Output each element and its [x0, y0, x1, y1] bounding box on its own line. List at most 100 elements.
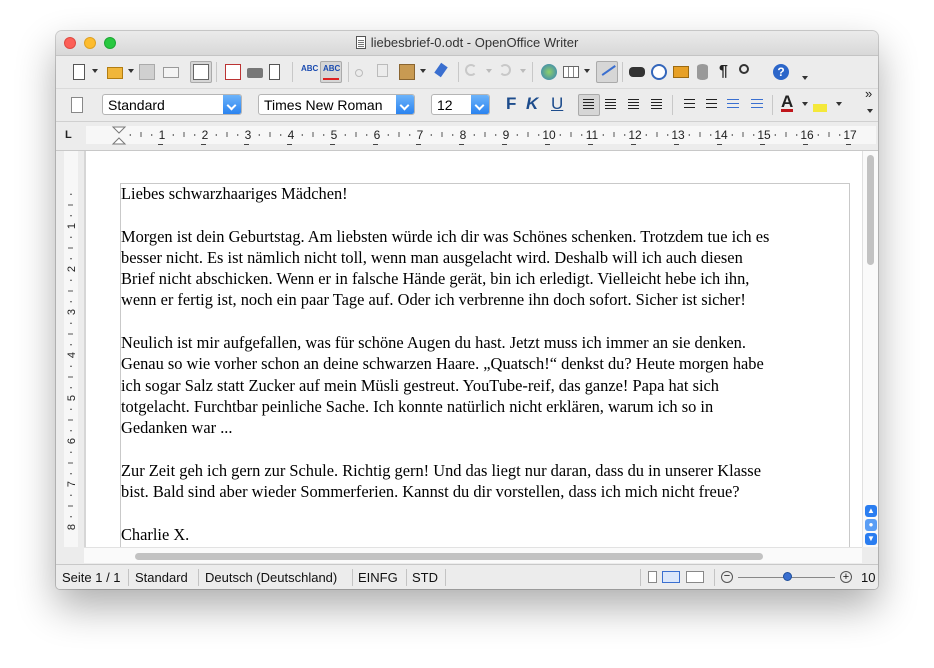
font-name-combo[interactable]: Times New Roman [258, 94, 415, 115]
highlighting-button[interactable] [810, 94, 832, 116]
document-page[interactable]: Liebes schwarzhaariges Mädchen! Morgen is… [86, 151, 862, 547]
paragraph-style-combo[interactable]: Standard [102, 94, 242, 115]
horizontal-ruler[interactable]: L 1 2 3 4 5 6 7 8 9 10 11 12 13 14 15 16 17 [56, 122, 878, 151]
text-line[interactable]: Morgen ist dein Geburtstag. Am liebsten … [121, 226, 851, 247]
italic-button[interactable]: K [526, 94, 538, 114]
insert-mode-indicator[interactable]: EINFG [358, 570, 398, 585]
open-dropdown[interactable] [128, 69, 134, 73]
text-line[interactable]: bist. Bald sind aber wieder Sommerferien… [121, 481, 851, 502]
zoom-button[interactable] [736, 61, 758, 83]
toolbar-more-button[interactable]: » [865, 86, 872, 101]
undo-dropdown[interactable] [486, 69, 492, 73]
status-bar: Seite 1 / 1 Standard Deutsch (Deutschlan… [56, 564, 878, 589]
text-line[interactable]: totgelacht. Furchtbar peinliche Sache. I… [121, 396, 851, 417]
justify-icon [651, 99, 662, 110]
numbering-button[interactable] [678, 94, 700, 116]
auto-spellcheck-button[interactable]: ABC [320, 61, 342, 83]
toolbar-overflow-button[interactable] [867, 109, 873, 113]
separator [348, 62, 349, 82]
document-area[interactable]: Liebes schwarzhaariges Mädchen! Morgen is… [84, 151, 862, 547]
undo-button[interactable] [462, 61, 484, 83]
page-indicator[interactable]: Seite 1 / 1 [62, 570, 121, 585]
insert-table-button[interactable] [560, 61, 582, 83]
align-right-button[interactable] [623, 94, 645, 116]
text-line[interactable]: Genau so wie vorher schon an deine schwa… [121, 353, 851, 374]
page-preview-button[interactable] [266, 61, 288, 83]
text-line[interactable]: Neulich ist mir aufgefallen, was für sch… [121, 332, 851, 353]
increase-indent-button[interactable] [746, 94, 768, 116]
font-color-button[interactable]: A [781, 93, 794, 112]
new-document-dropdown[interactable] [92, 69, 98, 73]
single-page-view-icon[interactable] [648, 571, 657, 583]
export-pdf-button[interactable] [222, 61, 244, 83]
edit-mode-button[interactable] [190, 61, 212, 83]
open-button[interactable] [104, 61, 126, 83]
show-draw-functions-button[interactable] [596, 60, 618, 83]
text-line[interactable]: Gedanken war ... [121, 417, 851, 438]
zoom-in-icon[interactable]: + [840, 571, 852, 583]
zoom-slider-knob[interactable] [782, 572, 792, 581]
align-left-button[interactable] [578, 94, 600, 116]
horizontal-scrollbar[interactable] [84, 547, 862, 563]
spellcheck-button[interactable]: ABC [298, 61, 320, 83]
previous-page-button[interactable]: ▲ [865, 505, 877, 517]
cut-button[interactable] [352, 61, 374, 83]
toolbar-overflow-button[interactable] [802, 76, 808, 80]
multi-page-view-icon[interactable] [662, 571, 680, 583]
highlighting-dropdown[interactable] [836, 102, 842, 106]
new-document-button[interactable] [68, 61, 90, 83]
redo-button[interactable] [496, 61, 518, 83]
paste-button[interactable] [396, 61, 418, 83]
paragraph-style-dropdown-icon[interactable] [223, 95, 241, 114]
ruler-tick [70, 193, 72, 195]
book-view-icon[interactable] [686, 571, 704, 583]
find-replace-button[interactable] [626, 61, 648, 83]
page-style-indicator[interactable]: Standard [135, 570, 188, 585]
formatting-marks-button[interactable]: ¶ [714, 61, 736, 83]
font-size-combo[interactable]: 12 [431, 94, 490, 115]
language-indicator[interactable]: Deutsch (Deutschland) [205, 570, 337, 585]
save-button[interactable] [136, 61, 158, 83]
navigator-button[interactable] [648, 61, 670, 83]
vertical-scroll-thumb[interactable] [867, 155, 874, 265]
align-center-button[interactable] [600, 94, 622, 116]
insert-table-dropdown[interactable] [584, 69, 590, 73]
default-tab-stop [846, 144, 851, 145]
text-line[interactable]: Brief nicht abschicken. Wenn er in falsc… [121, 268, 851, 289]
hyperlink-button[interactable] [538, 61, 560, 83]
underline-button[interactable]: U [551, 94, 563, 114]
data-sources-button[interactable] [692, 61, 714, 83]
bold-button[interactable]: F [506, 94, 516, 114]
horizontal-scroll-thumb[interactable] [135, 553, 763, 560]
paste-dropdown[interactable] [420, 69, 426, 73]
text-line[interactable]: ich sogar Salz statt Zucker auf mein Müs… [121, 375, 851, 396]
zoom-percentage[interactable]: 10 [861, 570, 875, 585]
redo-dropdown[interactable] [520, 69, 526, 73]
text-line[interactable]: Liebes schwarzhaariges Mädchen! [121, 183, 851, 204]
print-button[interactable] [244, 61, 266, 83]
text-line[interactable]: besser nicht. Es ist nämlich nicht toll,… [121, 247, 851, 268]
font-size-dropdown-icon[interactable] [471, 95, 489, 114]
zoom-out-icon[interactable]: − [721, 571, 733, 583]
gallery-button[interactable] [670, 61, 692, 83]
clone-formatting-button[interactable] [430, 61, 452, 83]
ruler-tick [70, 387, 72, 389]
selection-mode-indicator[interactable]: STD [412, 570, 438, 585]
next-page-button[interactable]: ▼ [865, 533, 877, 545]
text-line[interactable]: Zur Zeit geh ich gern zur Schule. Richti… [121, 460, 851, 481]
formatting-toolbar: Standard Times New Roman 12 F K U A » [56, 86, 878, 122]
vertical-scrollbar[interactable]: ▲ ● ▼ [862, 151, 878, 547]
font-name-dropdown-icon[interactable] [396, 95, 414, 114]
font-color-dropdown[interactable] [802, 102, 808, 106]
bullets-button[interactable] [700, 94, 722, 116]
styles-formatting-button[interactable] [68, 94, 90, 116]
text-line[interactable]: Charlie X. [121, 524, 851, 545]
text-line[interactable]: wenn er fertig ist, noch ein paar Tage a… [121, 289, 851, 310]
justify-button[interactable] [646, 94, 668, 116]
copy-button[interactable] [374, 61, 396, 83]
help-button[interactable]: ? [770, 61, 792, 83]
decrease-indent-button[interactable] [722, 94, 744, 116]
navigation-button[interactable]: ● [865, 519, 877, 531]
send-email-button[interactable] [160, 61, 182, 83]
document-text[interactable]: Liebes schwarzhaariges Mädchen! Morgen is… [121, 183, 851, 545]
